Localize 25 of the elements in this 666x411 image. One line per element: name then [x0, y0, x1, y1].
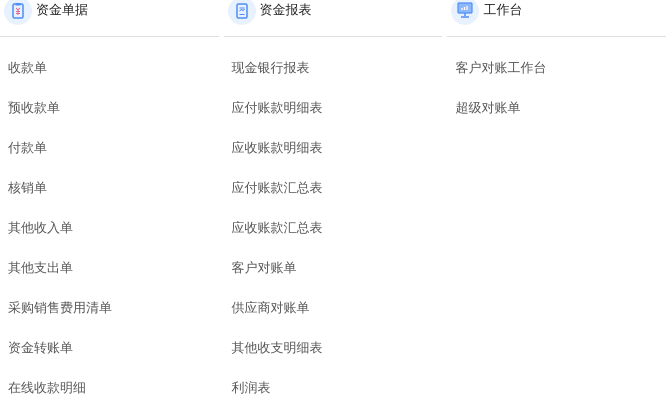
menu-link[interactable]: 现金银行报表 [232, 59, 310, 79]
menu-link[interactable]: 其他收入单 [8, 219, 73, 239]
clipboard-icon [4, 0, 32, 25]
menu-link[interactable]: 供应商对账单 [232, 299, 310, 319]
menu-link[interactable]: 客户对账单 [232, 259, 297, 279]
menu-link[interactable]: 收款单 [8, 59, 47, 79]
menu-link[interactable]: 客户对账工作台 [455, 59, 546, 79]
menu-link[interactable]: 付款单 [8, 139, 47, 159]
section-title: 资金报表 [260, 2, 312, 20]
menu-link[interactable]: 应收账款汇总表 [232, 219, 323, 239]
menu-link[interactable]: 资金转账单 [8, 339, 73, 359]
menu-link[interactable]: 利润表 [232, 379, 271, 399]
menu-link[interactable]: 超级对账单 [455, 99, 520, 119]
menu-link[interactable]: 应付账款汇总表 [232, 179, 323, 199]
menu-link[interactable]: 核销单 [8, 179, 47, 199]
section-title: 工作台 [483, 2, 522, 20]
menu-link[interactable]: 应付账款明细表 [232, 99, 323, 119]
menu-link[interactable]: 应收账款明细表 [232, 139, 323, 159]
menu-link[interactable]: 其他收支明细表 [232, 339, 323, 359]
menu-link[interactable]: 其他支出单 [8, 259, 73, 279]
menu-link[interactable]: 预收款单 [8, 99, 60, 119]
section-title: 资金单据 [36, 2, 88, 20]
menu-link[interactable]: 采购销售费用清单 [8, 299, 112, 319]
report-icon [228, 0, 256, 25]
menu-link[interactable]: 在线收款明细 [8, 379, 86, 399]
